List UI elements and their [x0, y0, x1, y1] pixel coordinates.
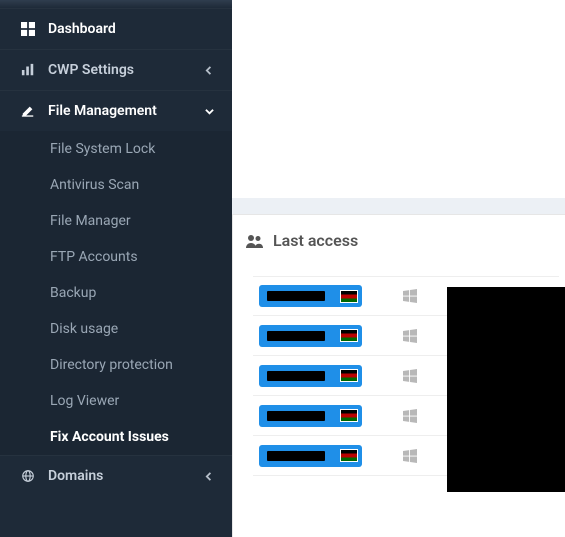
windows-icon	[403, 409, 417, 423]
nav-item-dashboard[interactable]: Dashboard	[0, 8, 232, 49]
user-redacted	[267, 411, 325, 421]
nav-label-domains: Domains	[48, 468, 205, 484]
sub-backup[interactable]: Backup	[0, 275, 232, 311]
os-cell	[390, 289, 430, 303]
file-management-submenu: File System Lock Antivirus Scan File Man…	[0, 131, 232, 455]
sub-disk-usage[interactable]: Disk usage	[0, 311, 232, 347]
flag-icon	[340, 369, 358, 382]
user-badge[interactable]	[259, 445, 362, 467]
user-badge[interactable]	[259, 285, 362, 307]
sub-file-system-lock[interactable]: File System Lock	[0, 131, 232, 167]
nav-item-domains[interactable]: Domains	[0, 455, 232, 496]
chevron-left-icon	[205, 472, 214, 481]
windows-icon	[403, 329, 417, 343]
sub-antivirus-scan[interactable]: Antivirus Scan	[0, 167, 232, 203]
dashboard-icon	[18, 22, 38, 36]
sub-file-manager[interactable]: File Manager	[0, 203, 232, 239]
sub-ftp-accounts[interactable]: FTP Accounts	[0, 239, 232, 275]
user-redacted	[267, 291, 325, 301]
windows-icon	[403, 289, 417, 303]
flag-icon	[340, 409, 358, 422]
nav-item-cwp-settings[interactable]: CWP Settings	[0, 49, 232, 90]
sidebar-top-accent	[0, 0, 232, 8]
nav-label-cwp-settings: CWP Settings	[48, 62, 205, 78]
flag-icon	[340, 449, 358, 462]
os-cell	[390, 409, 430, 423]
flag-icon	[340, 290, 358, 303]
user-badge[interactable]	[259, 325, 362, 347]
sub-log-viewer[interactable]: Log Viewer	[0, 383, 232, 419]
sidebar: Dashboard CWP Settings File Management F…	[0, 0, 232, 537]
os-cell	[390, 449, 430, 463]
sub-directory-protection[interactable]: Directory protection	[0, 347, 232, 383]
nav-label-dashboard: Dashboard	[48, 21, 214, 37]
main-top-blank	[232, 0, 565, 198]
user-redacted	[267, 331, 325, 341]
os-cell	[390, 369, 430, 383]
nav-label-file-management: File Management	[48, 103, 205, 119]
panel-header: Last access	[233, 215, 565, 270]
nav-item-file-management[interactable]: File Management	[0, 90, 232, 131]
redacted-block	[447, 287, 565, 492]
windows-icon	[403, 449, 417, 463]
chart-icon	[18, 63, 38, 77]
user-badge[interactable]	[259, 405, 362, 427]
panel-title: Last access	[273, 231, 358, 250]
chevron-down-icon	[205, 107, 214, 116]
user-badge[interactable]	[259, 365, 362, 387]
flag-icon	[340, 329, 358, 342]
main-gap	[232, 198, 565, 214]
user-redacted	[267, 451, 325, 461]
globe-icon	[18, 469, 38, 483]
os-cell	[390, 329, 430, 343]
sub-fix-account-issues[interactable]: Fix Account Issues	[0, 419, 232, 455]
windows-icon	[403, 369, 417, 383]
user-redacted	[267, 371, 325, 381]
users-icon	[245, 233, 265, 249]
edit-icon	[18, 104, 38, 118]
chevron-left-icon	[205, 66, 214, 75]
